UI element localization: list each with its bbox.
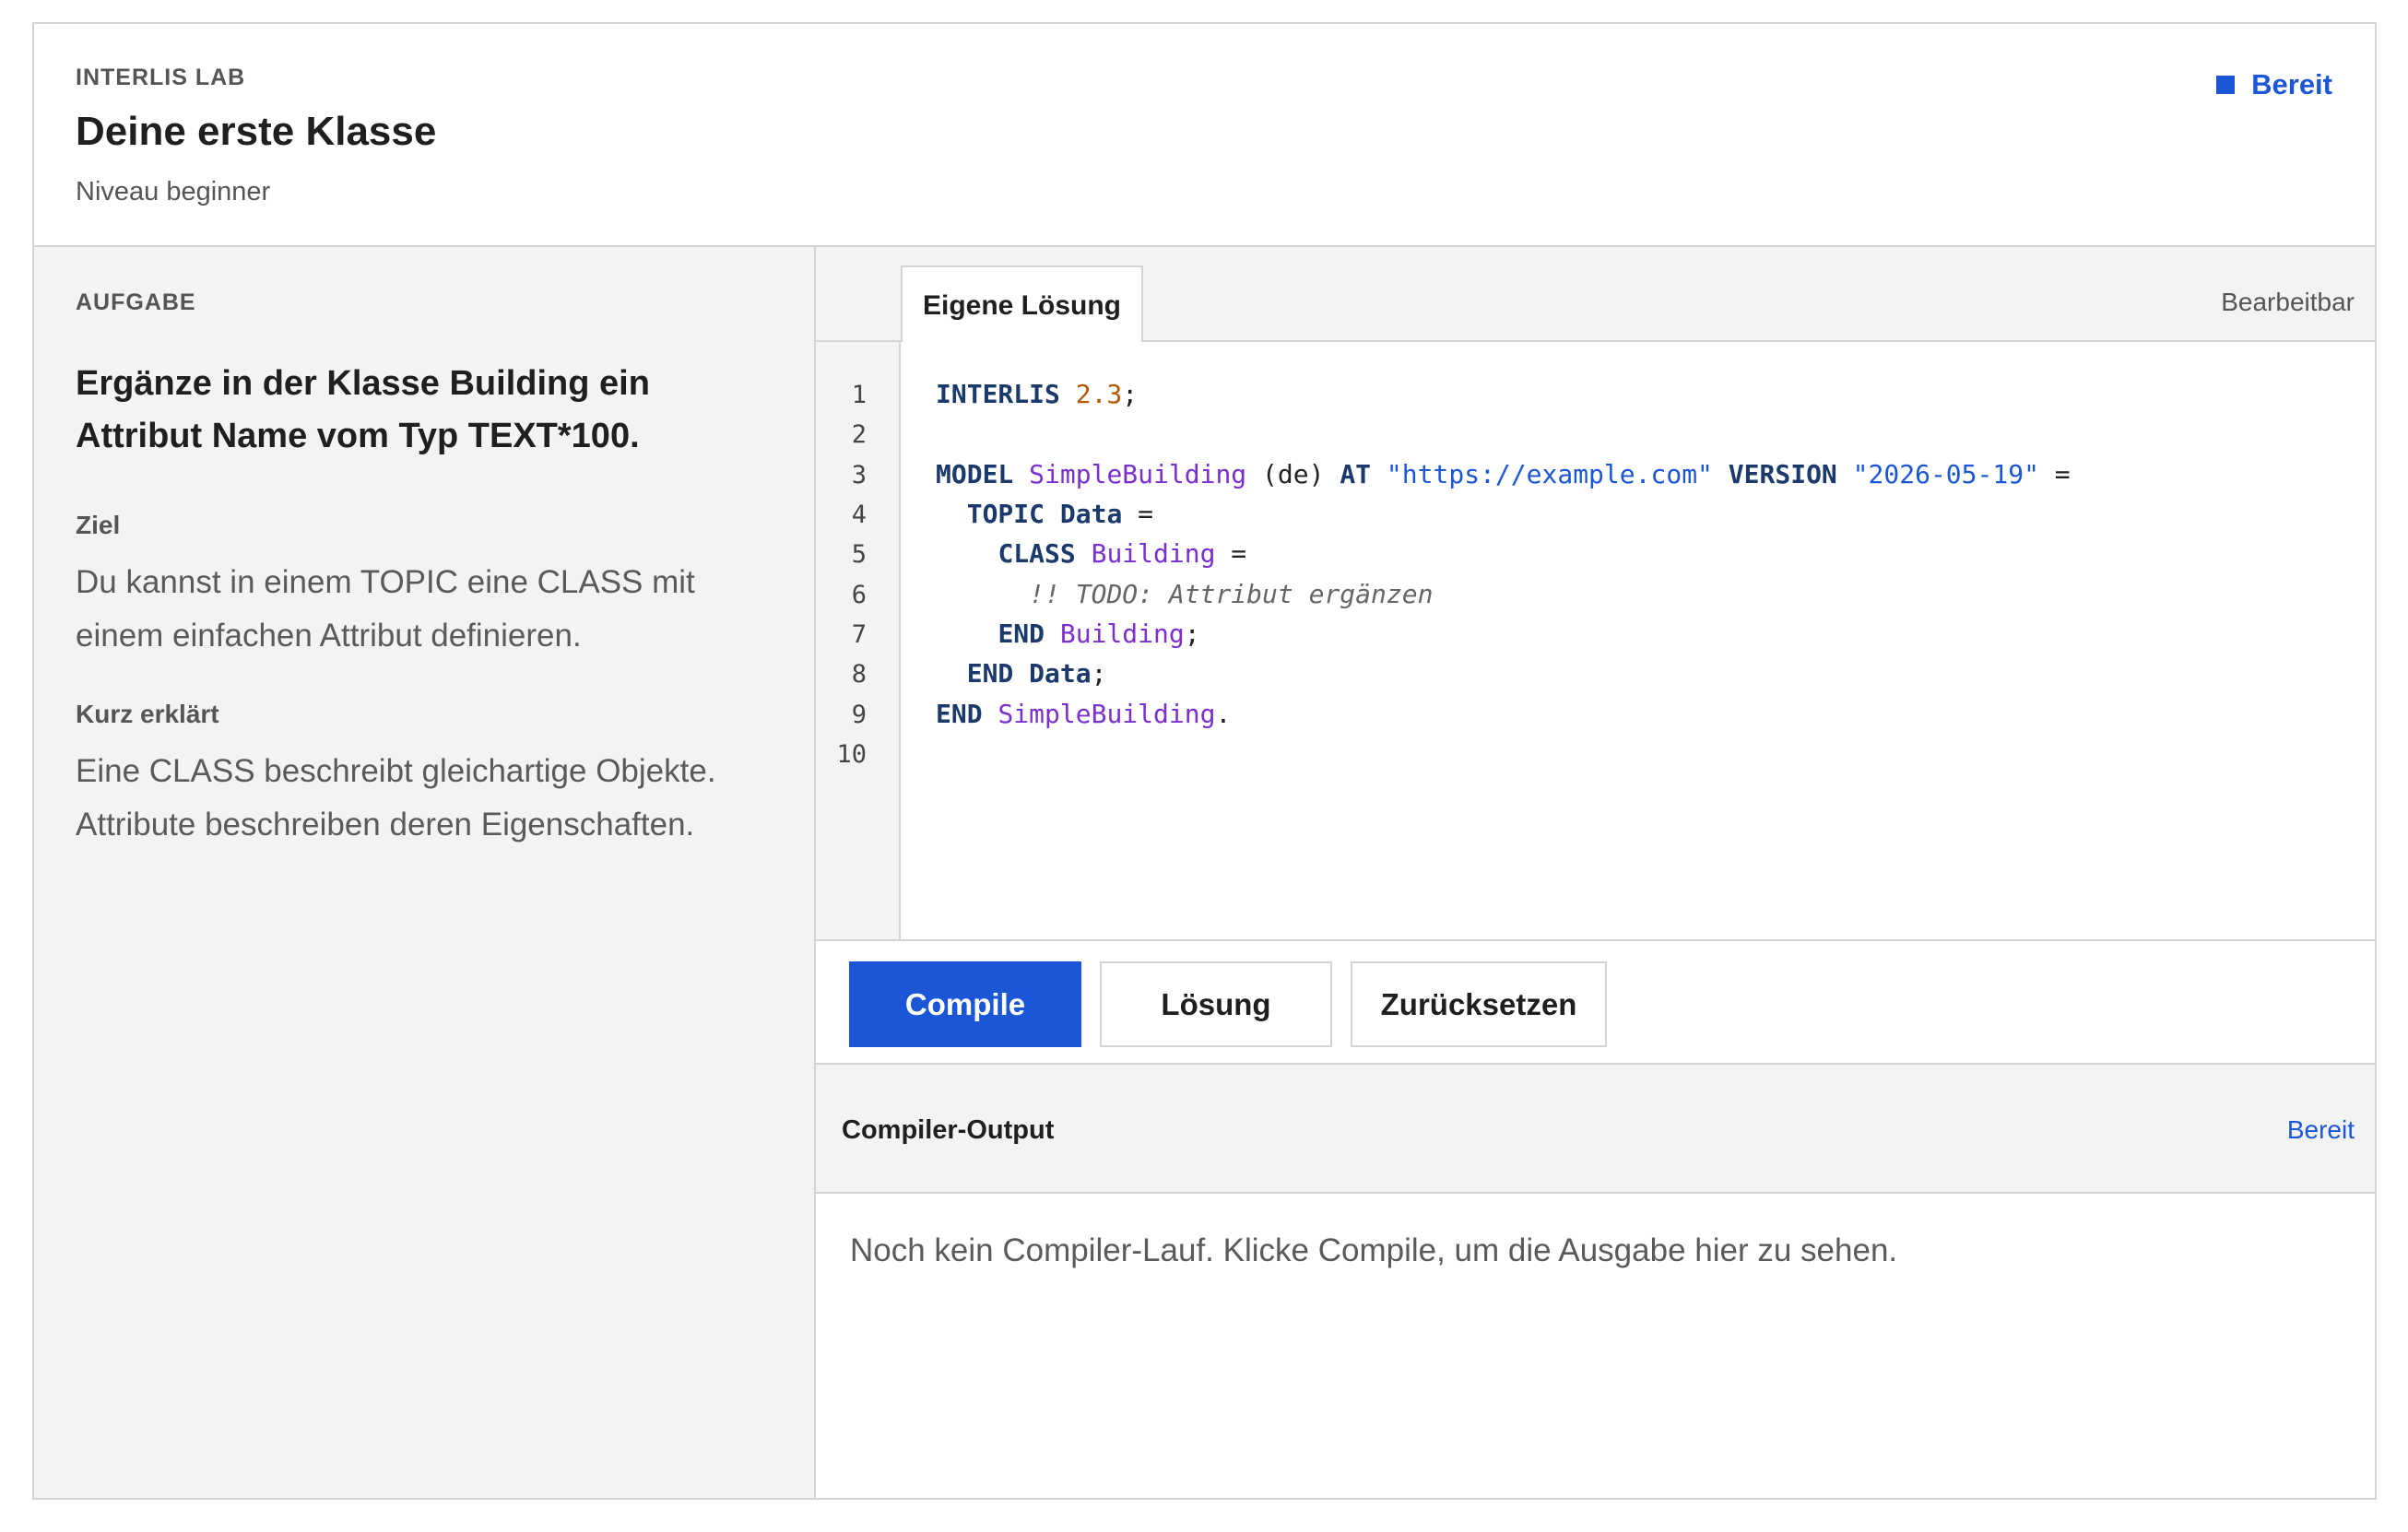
line-number: 5	[851, 540, 867, 569]
lab-window: INTERLIS LAB Deine erste Klasse Niveau b…	[32, 22, 2377, 1500]
line-number: 9	[851, 701, 867, 729]
status-badge: Bereit	[2216, 68, 2332, 101]
task-panel: AUFGABE Ergänze in der Klasse Building e…	[34, 247, 816, 1498]
code-editor: Eigene Lösung Bearbeitbar 1 2 3 4 5 6 7 …	[816, 247, 2375, 939]
line-number: 2	[851, 420, 867, 449]
code-line: TOPIC Data =	[966, 499, 1154, 529]
code-line: END SimpleBuilding.	[936, 699, 1232, 729]
compile-button[interactable]: Compile	[849, 961, 1081, 1047]
page-title: Deine erste Klasse	[76, 109, 437, 154]
line-number: 10	[836, 740, 867, 769]
goal-text: Du kannst in einem TOPIC eine CLASS mit …	[76, 564, 695, 654]
line-number: 1	[851, 381, 867, 409]
line-number: 3	[851, 461, 867, 489]
goal-label: Ziel	[76, 511, 121, 539]
line-number: 4	[851, 501, 867, 529]
lesson-header: INTERLIS LAB Deine erste Klasse Niveau b…	[34, 24, 2375, 247]
line-number-gutter: 1 2 3 4 5 6 7 8 9 10	[816, 342, 901, 939]
code-line: MODEL SimpleBuilding (de) AT "https://ex…	[936, 459, 2071, 489]
line-number: 6	[851, 581, 867, 609]
code-line: INTERLIS 2.3;	[936, 379, 1139, 409]
code-area[interactable]: INTERLIS 2.3; MODEL SimpleBuilding (de) …	[901, 342, 2375, 939]
level-label: Niveau beginner	[76, 177, 271, 206]
task-label: AUFGABE	[76, 289, 196, 315]
explain-text: Eine CLASS beschreibt gleichartige Objek…	[76, 753, 716, 843]
line-number: 8	[851, 660, 867, 689]
output-title: Compiler-Output	[842, 1115, 1055, 1145]
status-square-icon	[2216, 76, 2236, 94]
app-eyebrow: INTERLIS LAB	[76, 65, 246, 90]
solution-button[interactable]: Lösung	[1100, 961, 1332, 1047]
reset-button[interactable]: Zurücksetzen	[1351, 961, 1607, 1047]
status-text: Bereit	[2251, 68, 2332, 100]
task-heading: Ergänze in der Klasse Building ein Attri…	[76, 364, 650, 455]
code-line: END Data;	[966, 658, 1107, 689]
tab-own-solution[interactable]: Eigene Lösung	[901, 265, 1143, 344]
action-toolbar: Compile Lösung Zurücksetzen	[816, 939, 2375, 1065]
editor-tabbar: Eigene Lösung Bearbeitbar	[816, 247, 2375, 344]
code-line: END Building;	[997, 619, 1200, 649]
output-status: Bereit	[2286, 1115, 2355, 1144]
compiler-output-panel: Noch kein Compiler-Lauf. Klicke Compile,…	[816, 1194, 2375, 1498]
code-line: CLASS Building =	[997, 538, 1247, 569]
output-message: Noch kein Compiler-Lauf. Klicke Compile,…	[850, 1232, 1898, 1268]
editor-mode-label: Bearbeitbar	[2221, 288, 2355, 316]
code-line: !! TODO: Attribut ergänzen	[1029, 579, 1434, 609]
explain-label: Kurz erklärt	[76, 700, 219, 728]
output-header: Compiler-Output Bereit	[816, 1065, 2375, 1194]
line-number: 7	[851, 620, 867, 649]
